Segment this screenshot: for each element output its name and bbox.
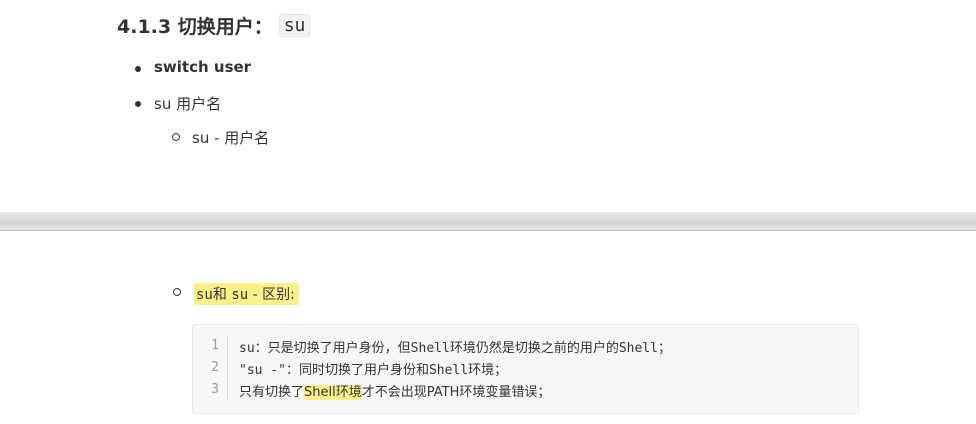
hollow-bullet-icon [172, 133, 180, 141]
bullet-icon [135, 66, 141, 72]
page-divider [0, 212, 976, 231]
code-line: 3 只有切换了Shell环境才不会出现PATH环境变量错误； [193, 379, 858, 401]
sub-list-item-diff: su和 su - 区别: [173, 283, 299, 305]
heading-code: su [278, 14, 311, 37]
inline-code: su [196, 287, 213, 303]
section-heading: 4.1.3 切换用户： su [117, 12, 311, 39]
line-number: 1 [193, 335, 228, 357]
list-item-text: su - 用户名 [192, 129, 270, 147]
sub-list-item: su - 用户名 [172, 127, 270, 148]
list-item-text: su 用户名 [154, 95, 222, 113]
list-item: switch user [135, 58, 252, 76]
list-item: su 用户名 [135, 93, 222, 114]
text-fragment: - 区别: [248, 287, 295, 303]
bullet-icon [135, 101, 141, 107]
code-text: "su -"：同时切换了用户身份和Shell环境； [239, 362, 508, 378]
list-item-text: switch user [154, 58, 252, 76]
line-number: 2 [193, 357, 228, 379]
page-section-top: 4.1.3 切换用户： su switch user su 用户名 su - 用… [0, 0, 976, 212]
code-line: 1 su：只是切换了用户身份，但Shell环境仍然是切换之前的用户的Shell； [193, 335, 858, 357]
code-line: 2 "su -"：同时切换了用户身份和Shell环境； [193, 357, 858, 379]
highlighted-code: Shell环境 [304, 384, 362, 400]
highlighted-text: su和 su - 区别: [194, 283, 299, 305]
code-text: su：只是切换了用户身份，但Shell环境仍然是切换之前的用户的Shell； [239, 340, 671, 356]
line-number: 3 [193, 379, 228, 401]
text-fragment: 和 [212, 287, 232, 303]
hollow-bullet-icon [173, 288, 181, 296]
heading-text: 4.1.3 切换用户： [117, 16, 273, 38]
inline-code: su [231, 287, 249, 303]
code-text: 只有切换了Shell环境才不会出现PATH环境变量错误； [239, 384, 551, 400]
code-block[interactable]: 1 su：只是切换了用户身份，但Shell环境仍然是切换之前的用户的Shell；… [192, 324, 859, 414]
